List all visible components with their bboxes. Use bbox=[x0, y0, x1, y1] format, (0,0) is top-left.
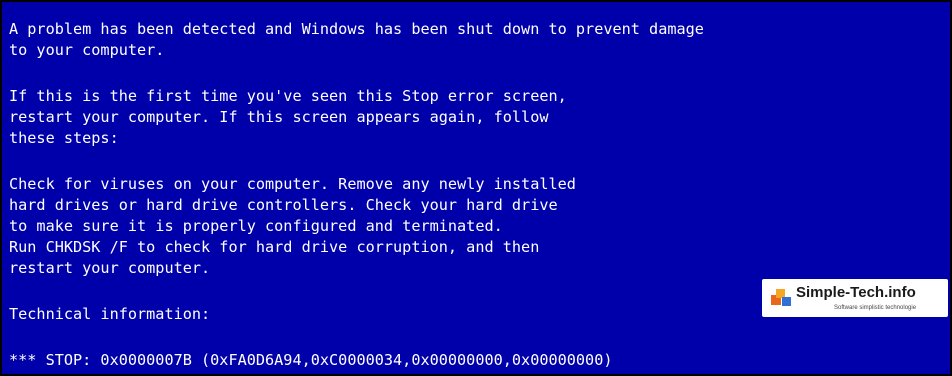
watermark-subtitle: Software simplistic technologie bbox=[834, 305, 917, 311]
instruction-line-2: restart your computer. If this screen ap… bbox=[9, 108, 549, 126]
instruction-line-3: these steps: bbox=[9, 129, 119, 147]
steps-line-3: to make sure it is properly configured a… bbox=[9, 217, 503, 235]
steps-line-4: Run CHKDSK /F to check for hard drive co… bbox=[9, 238, 540, 256]
watermark-title: Simple-Tech.info bbox=[796, 284, 916, 301]
technical-information-heading: Technical information: bbox=[9, 305, 211, 323]
error-message-line-1: A problem has been detected and Windows … bbox=[9, 20, 704, 38]
error-message-line-2: to your computer. bbox=[9, 41, 165, 59]
steps-line-2: hard drives or hard drive controllers. C… bbox=[9, 196, 558, 214]
stop-code-line: *** STOP: 0x0000007B (0xFA0D6A94,0xC0000… bbox=[9, 351, 613, 369]
bsod-screen: A problem has been detected and Windows … bbox=[0, 0, 952, 376]
steps-line-1: Check for viruses on your computer. Remo… bbox=[9, 175, 576, 193]
simple-tech-logo-icon bbox=[771, 289, 791, 306]
instruction-line-1: If this is the first time you've seen th… bbox=[9, 87, 567, 105]
simple-tech-watermark: Simple-Tech.info Software simplistic tec… bbox=[762, 279, 948, 317]
steps-line-5: restart your computer. bbox=[9, 259, 211, 277]
